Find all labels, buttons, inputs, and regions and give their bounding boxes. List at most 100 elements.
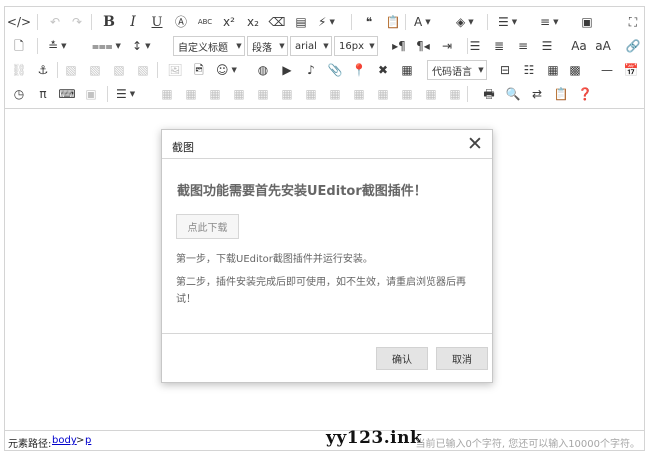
insert-col-icon[interactable]: ▦	[205, 84, 225, 104]
toolbar-separator	[37, 38, 38, 54]
page-break-icon[interactable]: ⊟	[495, 60, 515, 80]
unordered-list-icon[interactable]: ≡ ▼	[537, 12, 567, 32]
insert-table-icon[interactable]: ☰ ▼	[113, 84, 143, 104]
indent-icon[interactable]: ⇥	[437, 36, 457, 56]
format-painter-icon[interactable]: ⚡ ▼	[315, 12, 345, 32]
scrawl-icon[interactable]: ◍	[253, 60, 273, 80]
code-language-select[interactable]: 代码语言 ▼	[427, 60, 487, 80]
split-cells-icon-glyph: ▦	[329, 87, 341, 101]
merge-down-icon[interactable]: ▦	[301, 84, 321, 104]
download-button[interactable]: 点此下载	[176, 214, 239, 239]
image-right-icon[interactable]: ▧	[109, 60, 129, 80]
line-height-icon[interactable]: ↕ ▼	[129, 36, 159, 56]
align-center-icon[interactable]: ≣	[489, 36, 509, 56]
image-left-icon[interactable]: ▧	[61, 60, 81, 80]
map-icon[interactable]: 📍	[349, 60, 369, 80]
fullscreen-icon[interactable]: ⛶	[623, 12, 643, 32]
confirm-button[interactable]: 确认	[376, 347, 428, 370]
align-left-icon[interactable]: ☰	[465, 36, 485, 56]
strikethrough-icon[interactable]: ABC	[195, 12, 215, 32]
ordered-list-icon[interactable]: ☰ ▼	[495, 12, 525, 32]
align-right-icon[interactable]: ≡	[513, 36, 533, 56]
paste-plain-icon[interactable]: 📋	[383, 12, 403, 32]
chart-icon[interactable]: ▦	[445, 84, 465, 104]
chevron-down-icon: ▼	[468, 17, 474, 26]
font-size-select[interactable]: 16px ▼	[334, 36, 378, 56]
new-document-icon[interactable]: 🗋	[9, 36, 29, 56]
split-rows-icon[interactable]: ▦	[349, 84, 369, 104]
merge-right-icon-glyph: ▦	[281, 87, 293, 101]
google-map-icon[interactable]: ✖	[373, 60, 393, 80]
close-icon[interactable]: ✕	[466, 134, 484, 154]
simple-upload-icon[interactable]: 🖼	[165, 60, 185, 80]
custom-heading-select[interactable]: 自定义标题 ▼	[173, 36, 245, 56]
cancel-button[interactable]: 取消	[436, 347, 488, 370]
auto-typeset-icon[interactable]: ▤	[291, 12, 311, 32]
underline-icon[interactable]: U	[147, 12, 167, 32]
italic-icon[interactable]: I	[123, 12, 143, 32]
subscript-icon[interactable]: x₂	[243, 12, 263, 32]
merge-right-icon[interactable]: ▦	[277, 84, 297, 104]
music-icon[interactable]: ♪	[301, 60, 321, 80]
paragraph-spacing-icon-glyph: ≛	[48, 39, 59, 53]
element-path-body-link[interactable]: body	[52, 435, 77, 446]
template-icon[interactable]: ☷	[519, 60, 539, 80]
insert-row-icon[interactable]: ▦	[157, 84, 177, 104]
background-alt-icon[interactable]: ▩	[565, 60, 585, 80]
insert-frame-icon[interactable]: ▦	[397, 60, 417, 80]
spechars-icon-glyph: ⌨	[58, 87, 76, 101]
undo-icon[interactable]: ↶	[45, 12, 65, 32]
insert-table-icon-glyph: ☰	[116, 87, 127, 101]
delete-col-icon[interactable]: ▦	[229, 84, 249, 104]
background-icon[interactable]: ▦	[543, 60, 563, 80]
merge-cells-icon[interactable]: ▦	[253, 84, 273, 104]
font-border-icon[interactable]: Ⓐ	[171, 12, 191, 32]
background-color-icon[interactable]: ◈ ▼	[453, 12, 483, 32]
insert-image-icon[interactable]: 🖻	[189, 60, 209, 80]
drafts-icon[interactable]: 📋	[551, 84, 571, 104]
emotion-icon[interactable]: ☺ ▼	[213, 60, 243, 80]
align-justify-icon[interactable]: ☰	[537, 36, 557, 56]
blockquote-icon[interactable]: ❝	[359, 12, 379, 32]
search-replace-icon[interactable]: ⇄	[527, 84, 547, 104]
uppercase-icon[interactable]: Aa	[569, 36, 589, 56]
lowercase-icon[interactable]: aA	[593, 36, 613, 56]
subscript-icon-glyph: x₂	[247, 15, 259, 29]
delete-row-icon[interactable]: ▦	[181, 84, 201, 104]
anchor-icon[interactable]: ⚓	[33, 60, 53, 80]
link-icon-glyph: 🔗	[625, 39, 641, 53]
superscript-icon[interactable]: x²	[219, 12, 239, 32]
link-icon[interactable]: 🔗	[623, 36, 643, 56]
spechars-icon[interactable]: ⌨	[57, 84, 77, 104]
formula-icon[interactable]: π	[33, 84, 53, 104]
attachment-icon[interactable]: 📎	[325, 60, 345, 80]
date-icon[interactable]: 📅	[621, 60, 641, 80]
preview-icon[interactable]: 🔍	[503, 84, 523, 104]
split-cols-icon[interactable]: ▦	[373, 84, 393, 104]
insert-para-before-table-icon[interactable]: ▦	[397, 84, 417, 104]
format-eraser-icon[interactable]: ⌫	[267, 12, 287, 32]
rtl-direction-icon[interactable]: ¶◂	[413, 36, 433, 56]
bold-icon[interactable]: B	[99, 12, 119, 32]
print-icon[interactable]: 🖶	[479, 84, 499, 104]
redo-icon[interactable]: ↷	[67, 12, 87, 32]
time-icon[interactable]: ◷	[9, 84, 29, 104]
help-icon[interactable]: ❓	[575, 84, 595, 104]
select-all-icon[interactable]: ▣	[577, 12, 597, 32]
table-props-icon[interactable]: ▦	[421, 84, 441, 104]
text-align-icon[interactable]: ⩶ ▼	[89, 36, 121, 56]
font-color-icon[interactable]: A ▼	[411, 12, 441, 32]
image-center-icon[interactable]: ▧	[133, 60, 153, 80]
horizontal-rule-icon[interactable]: —	[597, 60, 617, 80]
ltr-direction-icon[interactable]: ▸¶	[389, 36, 409, 56]
paragraph-spacing-icon[interactable]: ≛ ▼	[45, 36, 75, 56]
unlink-icon[interactable]: ⛓	[9, 60, 29, 80]
font-family-select[interactable]: arial ▼	[290, 36, 332, 56]
wordimage-icon[interactable]: ▣	[81, 84, 101, 104]
split-cells-icon[interactable]: ▦	[325, 84, 345, 104]
paragraph-format-select[interactable]: 段落 ▼	[247, 36, 288, 56]
insert-video-icon[interactable]: ▶	[277, 60, 297, 80]
element-path-p-link[interactable]: p	[85, 435, 91, 446]
image-none-icon[interactable]: ▧	[85, 60, 105, 80]
source-code-icon[interactable]: </>	[7, 12, 31, 32]
